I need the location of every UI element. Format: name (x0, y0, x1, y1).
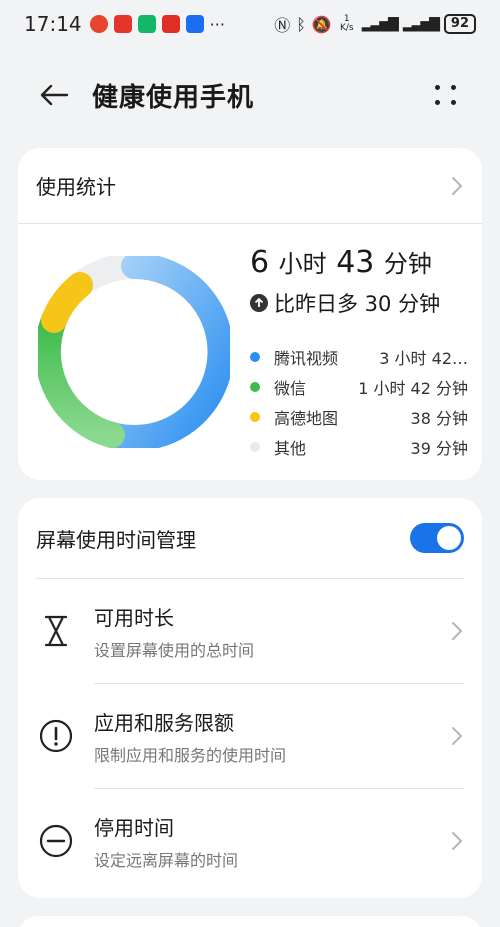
minus-circle-icon (36, 821, 76, 861)
legend-item: 腾讯视频 3 小时 42… (250, 342, 468, 372)
total-usage: 6 小时 43 分钟 (250, 244, 470, 280)
menu-text: 可用时长 设置屏幕使用的总时间 (94, 602, 254, 661)
toggle-knob (437, 526, 461, 550)
more-notifications-icon: ··· (209, 14, 225, 34)
menu-text: 应用和服务限额 限制应用和服务的使用时间 (94, 707, 286, 766)
status-time: 17:14 (24, 12, 82, 36)
usage-legend: 腾讯视频 3 小时 42… 微信 1 小时 42 分钟 高德地图 38 分钟 其… (250, 342, 468, 462)
mute-icon: 🔕 (311, 14, 332, 34)
usage-stats-card: 使用统计 6 小时 43 分钟 比昨日多 30 分钟 腾讯视频 3 小时 42…… (18, 148, 482, 480)
total-minutes: 43 (336, 245, 375, 280)
legend-dot (250, 352, 260, 362)
weibo-icon (89, 15, 108, 33)
legend-value: 3 小时 42… (379, 349, 468, 368)
chevron-right-icon (452, 727, 463, 745)
screen-time-title: 屏幕使用时间管理 (36, 527, 196, 552)
message-icon (185, 15, 204, 33)
donut-segment-wechat (34, 307, 125, 448)
legend-item: 微信 1 小时 42 分钟 (250, 372, 468, 402)
more-options-button[interactable] (426, 75, 466, 115)
signal-icon-2: ▂▃▅▇ (402, 16, 440, 32)
pdd-icon (161, 15, 180, 33)
nfc-icon: Ⓝ (274, 16, 291, 35)
menu-title: 停用时间 (94, 815, 174, 840)
notification-icons: ··· (89, 14, 225, 34)
chevron-right-icon (452, 176, 463, 195)
alert-circle-icon (36, 716, 76, 756)
page-title: 健康使用手机 (92, 82, 255, 113)
bluetooth-icon: ᛒ (296, 14, 306, 34)
back-button[interactable] (34, 75, 74, 115)
legend-name: 微信 (274, 379, 307, 398)
legend-value: 1 小时 42 分钟 (358, 379, 468, 398)
legend-name: 其他 (274, 439, 307, 458)
arrow-up-icon (250, 294, 268, 312)
network-rate: 1 K/s (339, 14, 354, 33)
legend-item: 其他 39 分钟 (250, 432, 468, 462)
available-duration-item[interactable]: 可用时长 设置屏幕使用的总时间 (18, 579, 482, 683)
usage-stats-title: 使用统计 (36, 175, 116, 199)
dot-icon (451, 85, 456, 90)
status-right: Ⓝ ᛒ 🔕 1 K/s ▂▃▅▇ ▂▃▅▇ 92 (274, 12, 476, 36)
legend-dot (250, 442, 260, 452)
legend-dot (250, 382, 260, 392)
compare-yesterday: 比昨日多 30 分钟 (250, 288, 470, 318)
chevron-right-icon (452, 832, 463, 850)
app-header: 健康使用手机 (0, 60, 500, 130)
usage-stats-header[interactable]: 使用统计 (18, 148, 482, 224)
menu-title: 可用时长 (94, 605, 174, 630)
arrow-left-icon (40, 84, 69, 106)
hourglass-icon (36, 611, 76, 651)
menu-subtitle: 设定远离屏幕的时间 (94, 850, 239, 870)
menu-text: 停用时间 设定远离屏幕的时间 (94, 812, 238, 871)
usage-summary: 6 小时 43 分钟 比昨日多 30 分钟 (250, 244, 470, 318)
legend-value: 39 分钟 (410, 439, 468, 458)
app-service-limit-item[interactable]: 应用和服务限额 限制应用和服务的使用时间 (18, 684, 482, 788)
menu-title: 应用和服务限额 (94, 710, 234, 735)
dot-icon (435, 100, 440, 105)
next-card (18, 916, 482, 927)
legend-value: 38 分钟 (410, 409, 468, 428)
legend-name: 腾讯视频 (274, 349, 339, 368)
screen-time-toggle-row: 屏幕使用时间管理 (18, 498, 482, 578)
signal-icon: ▂▃▅▇ (361, 16, 399, 32)
donut-segment-tencent-video (99, 252, 234, 451)
minutes-unit: 分钟 (383, 250, 432, 278)
status-bar: 17:14 ··· Ⓝ ᛒ 🔕 1 K/s ▂▃▅▇ ▂▃▅▇ 92 (0, 0, 500, 48)
compare-text: 比昨日多 30 分钟 (274, 292, 441, 316)
legend-name: 高德地图 (274, 409, 339, 428)
chevron-right-icon (452, 622, 463, 640)
donut-segment-amap (41, 272, 93, 333)
dot-icon (435, 85, 440, 90)
dot-icon (451, 100, 456, 105)
battery-indicator: 92 (443, 14, 476, 34)
screen-time-card: 屏幕使用时间管理 可用时长 设置屏幕使用的总时间 应用和服务限额 限制应用和服务… (18, 498, 482, 898)
downtime-item[interactable]: 停用时间 设定远离屏幕的时间 (18, 789, 482, 893)
total-hours: 6 (250, 245, 270, 280)
screen-time-toggle[interactable] (410, 523, 464, 553)
news-icon (113, 15, 132, 33)
app-icon (137, 15, 156, 33)
usage-donut-chart (34, 252, 234, 451)
hours-unit: 小时 (278, 250, 327, 278)
menu-subtitle: 限制应用和服务的使用时间 (94, 745, 287, 765)
legend-dot (250, 412, 260, 422)
menu-subtitle: 设置屏幕使用的总时间 (94, 640, 255, 660)
legend-item: 高德地图 38 分钟 (250, 402, 468, 432)
